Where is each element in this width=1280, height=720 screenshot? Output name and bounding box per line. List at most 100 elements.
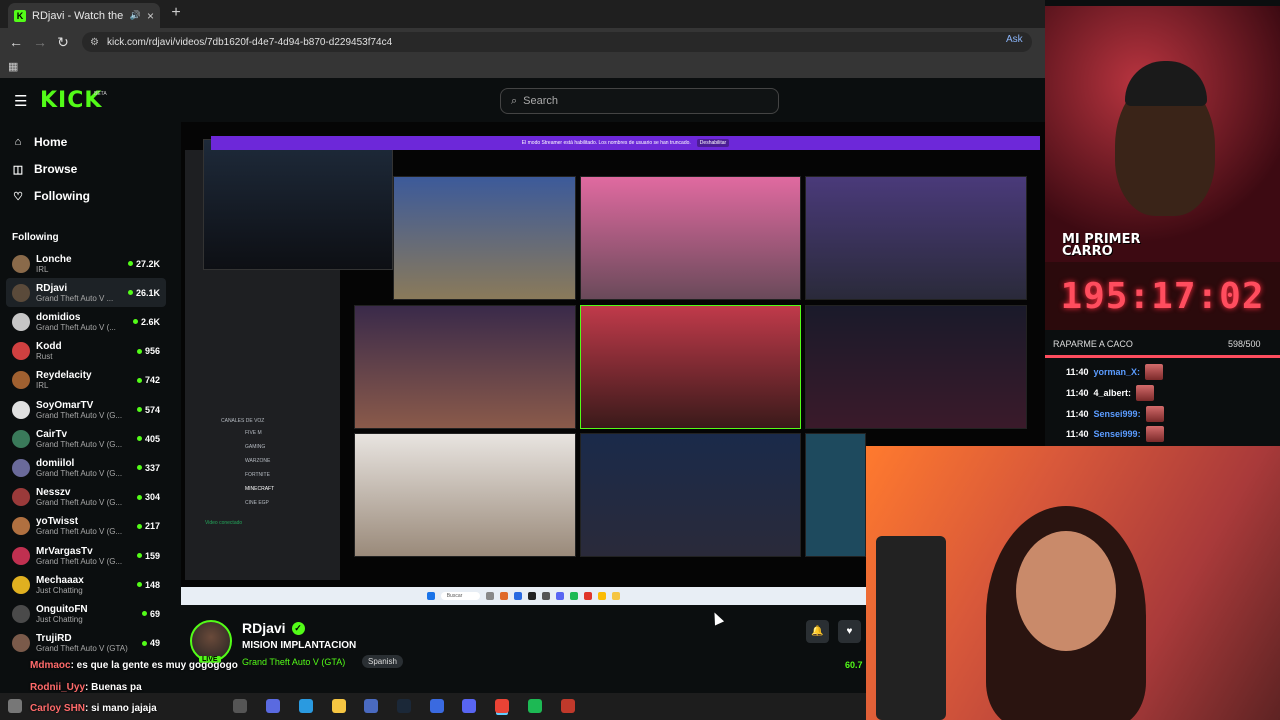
taskview-icon[interactable] [233, 699, 247, 713]
channel-avatar [12, 342, 30, 361]
channel-item[interactable]: Lonche IRL 27.2K [6, 249, 166, 278]
new-tab-button[interactable]: + [168, 4, 184, 22]
search-icon: ⌕ [511, 94, 518, 107]
call-tile [805, 305, 1027, 429]
channel-viewers: 148 [136, 580, 160, 590]
channel-item[interactable]: Reydelacity IRL 742 [6, 366, 166, 395]
discord-section-header: CANALES DE VOZ [221, 418, 265, 424]
speaker-icon[interactable]: 🔊 [130, 10, 141, 21]
channel-item[interactable]: Mechaaax Just Chatting 148 [6, 570, 166, 599]
chat-user: yorman_X: [1093, 367, 1141, 377]
app-icon[interactable] [266, 699, 280, 713]
apps-grid-icon[interactable]: ▦ [8, 60, 18, 73]
menu-icon[interactable]: ☰ [14, 92, 27, 110]
channel-info: yoTwisst Grand Theft Auto V (G... [36, 516, 131, 536]
back-icon[interactable]: ← [8, 34, 24, 50]
channel-viewer-count: 49 [149, 638, 160, 649]
ask-button[interactable]: Ask [1006, 34, 1023, 45]
channel-info: OnguitoFN Just Chatting [36, 604, 136, 624]
stream-category[interactable]: Grand Theft Auto V (GTA) [242, 657, 345, 667]
discord-icon[interactable] [462, 699, 476, 713]
live-dot-icon [127, 261, 133, 266]
disable-button: Deshabilitar [696, 139, 730, 147]
streamer-name[interactable]: RDjavi [242, 620, 286, 636]
channel-game: Grand Theft Auto V (... [36, 322, 116, 332]
channel-name: Kodd [36, 341, 62, 353]
channel-viewer-count: 159 [144, 550, 160, 561]
channel-avatar [12, 546, 30, 565]
nav-following[interactable]: ♡ Following [12, 189, 90, 203]
channel-avatar [12, 283, 30, 302]
nav-following-label: Following [34, 189, 90, 203]
address-bar[interactable]: ⚙ kick.com/rdjavi/videos/7db1620f-d4e7-4… [82, 32, 1032, 52]
emote-icon [1145, 364, 1164, 380]
nav-home[interactable]: ⌂ Home [12, 135, 68, 149]
chat-text: : Buenas pa [85, 682, 142, 693]
channel-viewers: 574 [136, 405, 160, 415]
channel-item[interactable]: RDjavi Grand Theft Auto V ... 26.1K [6, 278, 166, 308]
discord-channel: GAMING [245, 444, 266, 450]
nav-browse[interactable]: ◫ Browse [12, 162, 78, 176]
channel-item[interactable]: domidios Grand Theft Auto V (... 2.6K [6, 307, 166, 336]
spotify-icon[interactable] [528, 699, 542, 713]
search-input[interactable]: ⌕ Search [500, 88, 779, 114]
folder-icon[interactable] [332, 699, 346, 713]
notification-bell-icon[interactable]: 🔔 [806, 620, 829, 643]
goal-count: 598/500 [1228, 339, 1261, 349]
channel-game: IRL [36, 264, 49, 274]
subathon-timer: 195:17:02 [1045, 262, 1280, 330]
channel-info: Kodd Rust [36, 341, 131, 361]
app-icon [500, 592, 509, 600]
home-icon: ⌂ [14, 136, 22, 148]
heart-icon: ♡ [13, 190, 23, 203]
browser-tab[interactable]: K RDjavi - Watch the VOD on 🔊 × [8, 3, 160, 28]
channel-item[interactable]: OnguitoFN Just Chatting 69 [6, 599, 166, 628]
overlay-chat-line: 11:40 yorman_X: [1066, 364, 1164, 380]
channel-item[interactable]: CairTv Grand Theft Auto V (G... 405 [6, 424, 166, 453]
chat-user: 4_albert: [1093, 387, 1132, 398]
emote-icon [1145, 426, 1164, 443]
close-tab-icon[interactable]: × [147, 9, 154, 23]
live-dot-icon [136, 436, 142, 442]
channel-item[interactable]: SoyOmarTV Grand Theft Auto V (G... 574 [6, 395, 166, 424]
chat-message: Rodnii_Uyy: Buenas pa [30, 682, 142, 693]
channel-item[interactable]: yoTwisst Grand Theft Auto V (G... 217 [6, 512, 166, 541]
live-dot-icon [132, 319, 138, 325]
edge-icon[interactable] [299, 699, 313, 713]
call-tile [354, 433, 576, 557]
channel-item[interactable]: TrujiRD Grand Theft Auto V (GTA) 49 [6, 629, 166, 658]
bookmarks-bar [0, 56, 1045, 78]
site-info-icon[interactable]: ⚙ [90, 37, 99, 48]
forward-icon[interactable]: → [32, 34, 48, 50]
channel-game: Grand Theft Auto V (G... [36, 439, 123, 449]
overlay-chat-line: 11:40 Sensei999: [1066, 426, 1164, 443]
channel-viewers: 69 [141, 609, 160, 619]
channel-avatar [12, 634, 30, 653]
channel-game: Grand Theft Auto V (G... [36, 410, 123, 420]
app-icon[interactable] [364, 699, 378, 713]
channel-avatar [12, 400, 30, 419]
channel-viewers: 337 [136, 462, 160, 473]
steam-icon[interactable] [397, 699, 411, 713]
widgets-icon[interactable] [8, 699, 22, 713]
reload-icon[interactable]: ↻ [55, 34, 71, 51]
chrome-icon[interactable] [495, 699, 509, 713]
channel-name: domidios [36, 311, 81, 323]
overlay-chat-line: 11:40 Sensei999: [1066, 405, 1164, 422]
discord-status: Video conectado [205, 520, 243, 526]
follow-heart-icon[interactable]: ♥ [838, 620, 861, 643]
app-icon[interactable] [561, 699, 575, 713]
channel-avatar [12, 312, 30, 331]
app-icon[interactable] [430, 699, 444, 713]
spotify-icon [570, 592, 579, 600]
discord-channel: WARZONE [245, 458, 271, 464]
channel-item[interactable]: domiilol Grand Theft Auto V (G... 337 [6, 453, 166, 482]
channel-item[interactable]: Nesszv Grand Theft Auto V (G... 304 [6, 483, 166, 512]
channel-name: RDjavi [36, 282, 68, 294]
channel-viewer-count: 405 [144, 433, 160, 444]
language-tag[interactable]: Spanish [362, 655, 403, 668]
channel-item[interactable]: MrVargasTv Grand Theft Auto V (G... 159 [6, 541, 166, 570]
channel-viewer-count: 337 [144, 462, 160, 473]
goal-label: RAPARME A CACO [1053, 339, 1133, 349]
channel-item[interactable]: Kodd Rust 956 [6, 337, 166, 366]
